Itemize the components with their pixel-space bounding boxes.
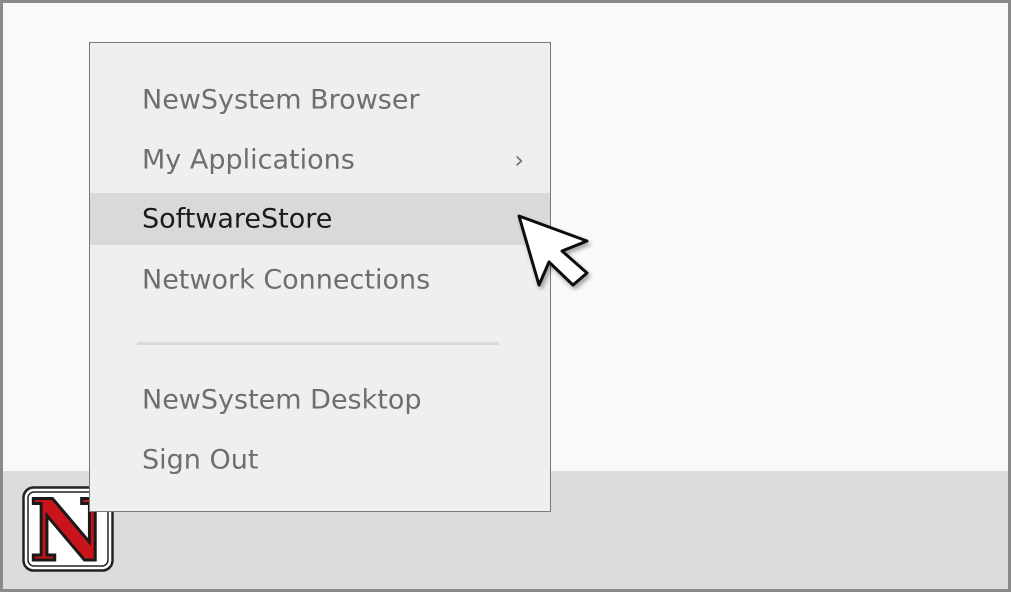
menu-item-softwarestore[interactable]: SoftwareStore [90, 193, 550, 245]
menu-item-label: NewSystem Browser [142, 84, 420, 116]
menu-item-label: Sign Out [142, 444, 259, 476]
menu-item-sign-out[interactable]: Sign Out [90, 434, 550, 486]
menu-item-label: Network Connections [142, 264, 431, 296]
menu-item-newsystem-desktop[interactable]: NewSystem Desktop [90, 374, 550, 426]
menu-item-network-connections[interactable]: Network Connections [90, 254, 550, 306]
chevron-right-icon: › [514, 146, 524, 174]
menu-item-newsystem-browser[interactable]: NewSystem Browser [90, 74, 550, 126]
menu-item-label: SoftwareStore [142, 203, 333, 235]
menu-item-label: My Applications [142, 144, 355, 176]
menu-item-label: NewSystem Desktop [142, 384, 422, 416]
desktop-screen: N NewSystem Browser My Applications › So… [0, 0, 1011, 592]
menu-item-my-applications[interactable]: My Applications › [90, 134, 550, 186]
menu-separator [137, 342, 499, 345]
start-menu: NewSystem Browser My Applications › Soft… [89, 42, 551, 512]
